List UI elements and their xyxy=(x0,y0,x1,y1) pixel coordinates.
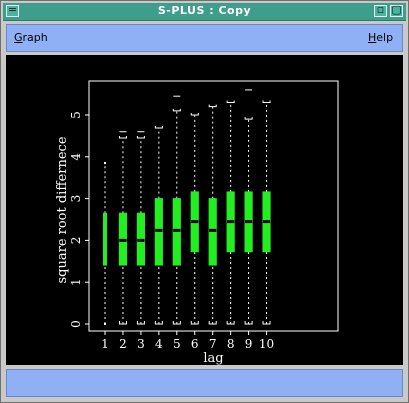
upper-cap xyxy=(226,100,235,103)
menu-graph[interactable]: Graph xyxy=(14,31,48,44)
x-tick-label: 4 xyxy=(155,337,163,351)
menu-graph-mnemonic: G xyxy=(14,31,23,44)
x-tick-label: 8 xyxy=(227,337,235,351)
window-title: S-PLUS : Copy xyxy=(157,4,252,17)
median-line xyxy=(155,228,163,232)
box-lag-8 xyxy=(226,100,235,325)
median-line xyxy=(209,228,217,232)
x-axis-label: lag xyxy=(203,351,223,365)
y-tick-label: 4 xyxy=(69,153,83,161)
graph-area: 012345 1 2 3 4 5 6 7 8 9 10 lag square root diffe… xyxy=(6,55,403,365)
upper-cap xyxy=(190,113,199,116)
upper-cap xyxy=(136,135,145,139)
minimize-button[interactable]: ▫ xyxy=(374,3,387,17)
menu-bar: Graph Help xyxy=(6,24,403,52)
x-tick-label: 5 xyxy=(173,337,181,351)
box-rect xyxy=(103,212,107,266)
boxplot-series xyxy=(103,89,271,325)
x-axis: 1 2 3 4 5 6 7 8 9 10 xyxy=(101,331,274,351)
median-line xyxy=(245,220,253,224)
lower-cap xyxy=(104,323,106,325)
box-lag-1 xyxy=(103,162,107,325)
y-tick-label: 3 xyxy=(69,195,83,203)
upper-cap xyxy=(244,117,253,120)
y-tick-label: 1 xyxy=(69,278,83,286)
x-tick-label: 10 xyxy=(259,337,274,351)
boxplot-chart: 012345 1 2 3 4 5 6 7 8 9 10 lag square root diffe… xyxy=(55,80,339,365)
box-lag-5 xyxy=(172,95,181,325)
box-lag-3 xyxy=(136,131,146,325)
minimize-icon: ▫ xyxy=(376,3,385,16)
box-lag-6 xyxy=(190,113,199,325)
median-line xyxy=(262,220,271,224)
application-window: = S-PLUS : Copy ▫ ▢ Graph Help 012345 12… xyxy=(0,0,409,403)
upper-cap xyxy=(104,162,106,165)
maximize-button[interactable]: ▢ xyxy=(390,3,403,17)
maximize-icon: ▢ xyxy=(391,3,402,16)
median-line xyxy=(119,238,127,242)
box-lag-9 xyxy=(244,89,253,325)
box-lag-2 xyxy=(118,131,128,325)
y-axis-label: square root differnece xyxy=(55,136,70,283)
y-axis: 0 1 2 3 4 5 xyxy=(69,111,89,328)
median-line xyxy=(227,220,235,224)
menu-graph-label: raph xyxy=(22,31,48,44)
upper-cap xyxy=(172,108,181,112)
upper-cap xyxy=(208,104,217,108)
title-bar[interactable]: = S-PLUS : Copy ▫ ▢ xyxy=(3,3,406,21)
x-tick-label: 6 xyxy=(191,337,199,351)
upper-cap xyxy=(118,135,127,139)
x-tick-label: 1 xyxy=(101,337,109,351)
box-lag-10 xyxy=(262,100,271,325)
y-tick-label: 2 xyxy=(69,237,83,245)
menu-help-label: elp xyxy=(376,31,394,44)
menu-help[interactable]: Help xyxy=(368,31,393,44)
upper-cap xyxy=(262,100,271,103)
y-tick-label: 0 xyxy=(69,320,83,328)
median-line xyxy=(137,238,145,242)
x-tick-label: 2 xyxy=(119,337,127,351)
x-tick-label: 7 xyxy=(209,337,217,351)
median-line xyxy=(191,220,199,224)
x-tick-label: 9 xyxy=(245,337,253,351)
y-tick-label: 5 xyxy=(69,111,83,119)
box-lag-4 xyxy=(154,125,163,325)
median-line xyxy=(173,228,181,232)
x-tick-label: 3 xyxy=(137,337,145,351)
upper-cap xyxy=(154,125,163,129)
status-bar xyxy=(6,369,403,397)
box-lag-7 xyxy=(208,104,217,325)
